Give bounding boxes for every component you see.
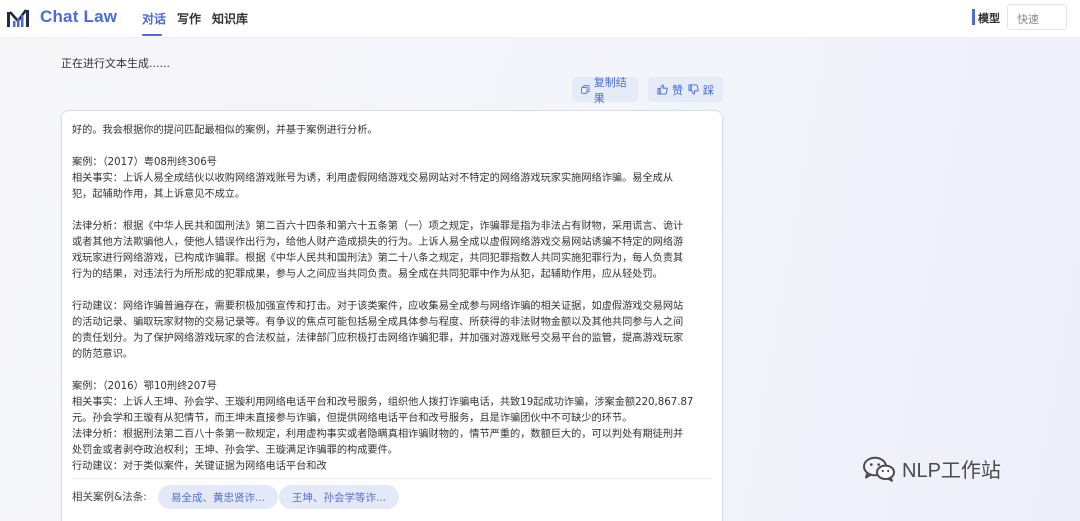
result-line: 相关事实：上诉人王坤、孙会学、王璇利用网络电话平台和改号服务，组织他人拨打诈骗电… <box>72 397 694 408</box>
thumbs-up-icon <box>657 84 668 95</box>
wechat-icon <box>863 456 895 482</box>
result-line: 的责任划分。为了保护网络游戏玩家的合法权益，法律部门应积极打击网络诈骗犯罪，并加… <box>72 333 684 344</box>
logo-icon <box>7 9 29 27</box>
result-card: 好的。我会根据你的提问匹配最相似的案例，并基于案例进行分析。 案例：（2017）粤… <box>61 110 723 521</box>
related-cases-label: 相关案例&法条: <box>72 491 147 503</box>
tab-chat[interactable]: 对话 <box>142 10 166 27</box>
result-line: 行动建议：网络诈骗普遍存在，需要积极加强宣传和打击。对于该类案件，应收集易全成参… <box>72 301 684 312</box>
result-line: 案例：（2017）粤08刑终306号 <box>72 157 217 168</box>
dislike-label: 踩 <box>703 83 714 97</box>
result-line: 戏玩家进行网络游戏，已构成诈骗罪。根据《中华人民共和国刑法》第二十八条之规定，共… <box>72 253 684 264</box>
copy-result-button[interactable]: 复制结果 <box>572 76 638 105</box>
like-label: 赞 <box>672 83 683 97</box>
tab-writing[interactable]: 写作 <box>177 10 201 27</box>
result-line: 或者其他方法欺骗他人，使他人错误作出行为，给他人财产造成损失的行为。上诉人易全成… <box>72 237 684 248</box>
result-text: 好的。我会根据你的提问匹配最相似的案例，并基于案例进行分析。 案例：（2017）粤… <box>72 123 712 475</box>
result-line: 的防范意识。 <box>72 349 134 360</box>
result-line: 行动建议：对于类似案件，关键证据为网络电话平台和改 <box>72 461 327 472</box>
brand-name: Chat Law <box>40 7 118 26</box>
copy-result-label: 复制结果 <box>593 75 627 105</box>
model-accent-bar <box>972 9 975 25</box>
result-line: 相关事实：上诉人易全成结伙以收购网络游戏账号为诱，利用虚假网络游戏交易网站对不特… <box>72 173 674 184</box>
tab-knowledge-base[interactable]: 知识库 <box>212 10 248 27</box>
result-line: 的活动记录、骗取玩家财物的交易记录等。有争议的焦点可能包括易全成具体参与程度、所… <box>72 317 684 328</box>
result-line: 处罚金或者剥夺政治权利；王坤、孙会学、王璇满足诈骗罪的构成要件。 <box>72 445 398 456</box>
thumbs-down-icon <box>688 84 699 95</box>
result-line: 法律分析：根据刑法第二百八十条第一款规定，利用虚构事实或者隐瞒真相诈骗财物的，情… <box>72 429 684 440</box>
watermark-text: NLP工作站 <box>902 460 1001 482</box>
result-line: 元。孙会学和王璇有从犯情节，而王坤未直接参与诈骗，但提供网络电话平台和改号服务，… <box>72 413 633 424</box>
card-divider <box>72 478 712 479</box>
feedback-group: 赞 踩 <box>648 77 723 102</box>
related-case-chip[interactable]: 王坤、孙会学等诈... <box>279 485 400 509</box>
result-line: 案例：（2016）鄂10刑终207号 <box>72 381 217 392</box>
related-case-chip[interactable]: 易全成、黄忠贤诈... <box>158 485 279 509</box>
model-select[interactable]: 快速 <box>1007 4 1067 30</box>
active-tab-indicator <box>142 34 162 36</box>
result-line: 法律分析：根据《中华人民共和国刑法》第二百六十四条和第六十五条第（一）项之规定，… <box>72 221 684 232</box>
result-line: 好的。我会根据你的提问匹配最相似的案例，并基于案例进行分析。 <box>72 125 378 136</box>
result-line: 行为的结果，对违法行为所形成的犯罪成果，参与人之间应当共同负责。易全成在共同犯罪… <box>72 269 663 280</box>
model-label: 模型 <box>978 12 1000 25</box>
copy-icon <box>581 85 590 94</box>
like-button[interactable]: 赞 <box>657 82 683 98</box>
dislike-button[interactable]: 踩 <box>688 82 714 98</box>
watermark: NLP工作站 <box>862 454 1001 483</box>
generation-status: 正在进行文本生成...... <box>61 57 170 70</box>
result-line: 犯，起辅助作用，其上诉意见不成立。 <box>72 189 246 200</box>
top-header: Chat Law 对话 写作 知识库 模型 快速 <box>0 0 1080 38</box>
